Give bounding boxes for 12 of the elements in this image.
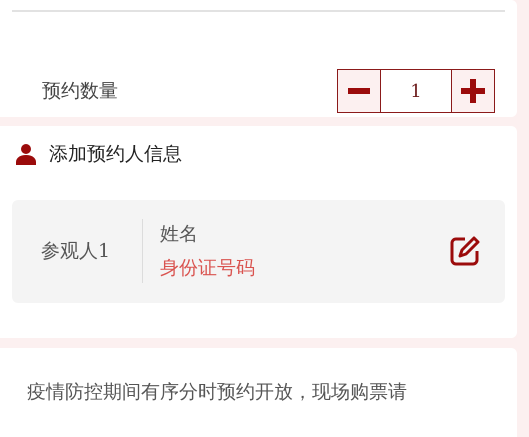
section-title: 添加预约人信息	[49, 142, 182, 167]
plus-icon	[461, 79, 485, 103]
increment-button[interactable]	[452, 70, 494, 112]
minus-icon	[348, 88, 370, 94]
person-icon	[15, 143, 37, 166]
visitor-label: 参观人1	[40, 238, 112, 264]
edit-icon[interactable]	[449, 235, 481, 267]
decrement-button[interactable]	[338, 70, 380, 112]
visitor-id-number: 身份证号码	[160, 256, 256, 281]
quantity-label: 预约数量	[42, 78, 118, 104]
visitor-name: 姓名	[160, 222, 199, 246]
notice-text: 疫情防控期间有序分时预约开放，现场购票请	[27, 380, 408, 405]
